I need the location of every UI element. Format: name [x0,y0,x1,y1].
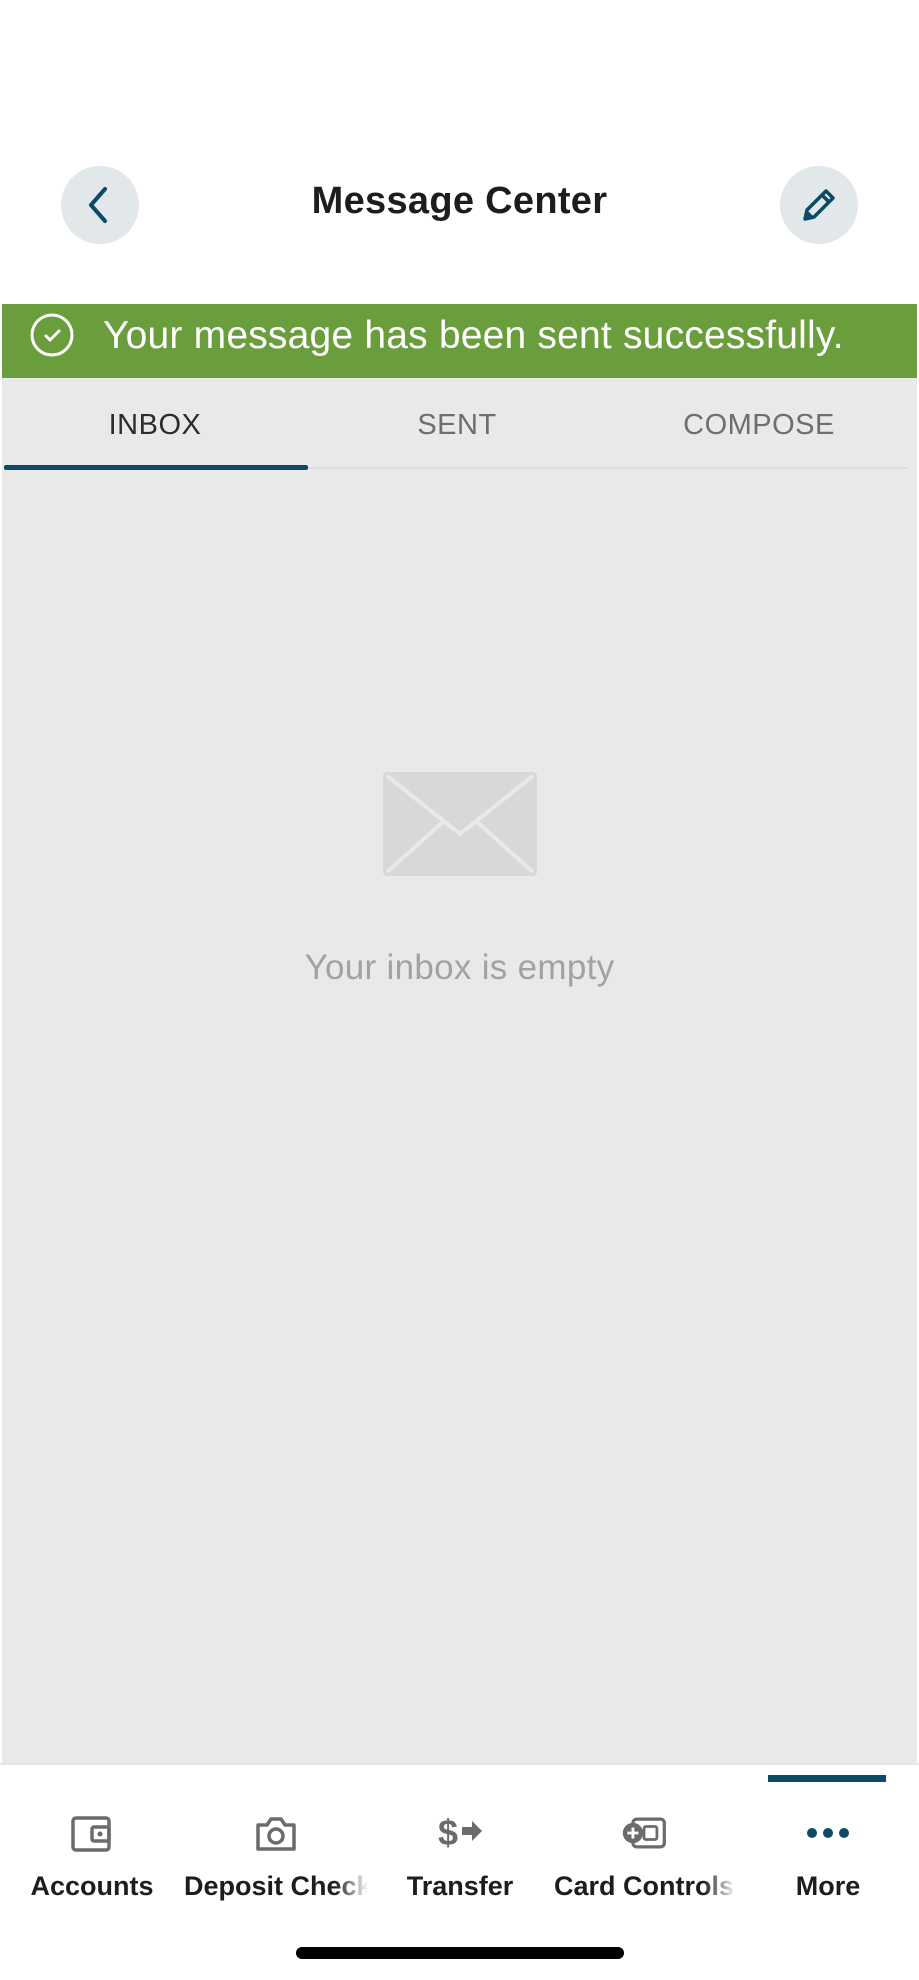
nav-deposit-check-label: Deposit Check [184,1871,368,1901]
active-tab-indicator [4,465,308,470]
pencil-icon [803,189,835,221]
check-circle-icon [30,313,74,357]
home-indicator [296,1947,624,1959]
tab-sent[interactable]: SENT [306,378,608,472]
tab-inbox[interactable]: INBOX [4,378,306,472]
camera-icon [252,1809,300,1857]
nav-deposit-check[interactable]: Deposit Check [184,1765,368,1925]
nav-transfer-label: Transfer [406,1871,514,1901]
tab-divider [308,467,908,469]
header: Message Center [0,0,919,304]
envelope-icon [383,772,537,876]
success-banner: Your message has been sent successfully. [2,304,917,378]
nav-card-controls[interactable]: Card Controls [552,1765,736,1925]
empty-inbox-message: Your inbox is empty [304,948,615,987]
tab-bar: INBOX SENT COMPOSE [2,378,917,472]
nav-more-label: More [795,1871,861,1901]
card-control-icon [620,1809,668,1857]
more-dots-icon [804,1809,852,1857]
banner-message: Your message has been sent successfully. [103,314,844,357]
tab-compose[interactable]: COMPOSE [608,378,910,472]
dollar-arrow-icon: $ [436,1809,484,1857]
message-list-area: INBOX SENT COMPOSE Your inbox is empty [2,378,917,1763]
wallet-icon [68,1809,116,1857]
nav-more[interactable]: More [736,1765,919,1925]
compose-button[interactable] [780,166,858,244]
svg-text:$: $ [438,1812,458,1853]
nav-transfer[interactable]: $ Transfer [368,1765,552,1925]
nav-accounts-label: Accounts [30,1871,154,1901]
nav-card-controls-label: Card Controls [553,1871,734,1901]
nav-accounts[interactable]: Accounts [0,1765,184,1925]
